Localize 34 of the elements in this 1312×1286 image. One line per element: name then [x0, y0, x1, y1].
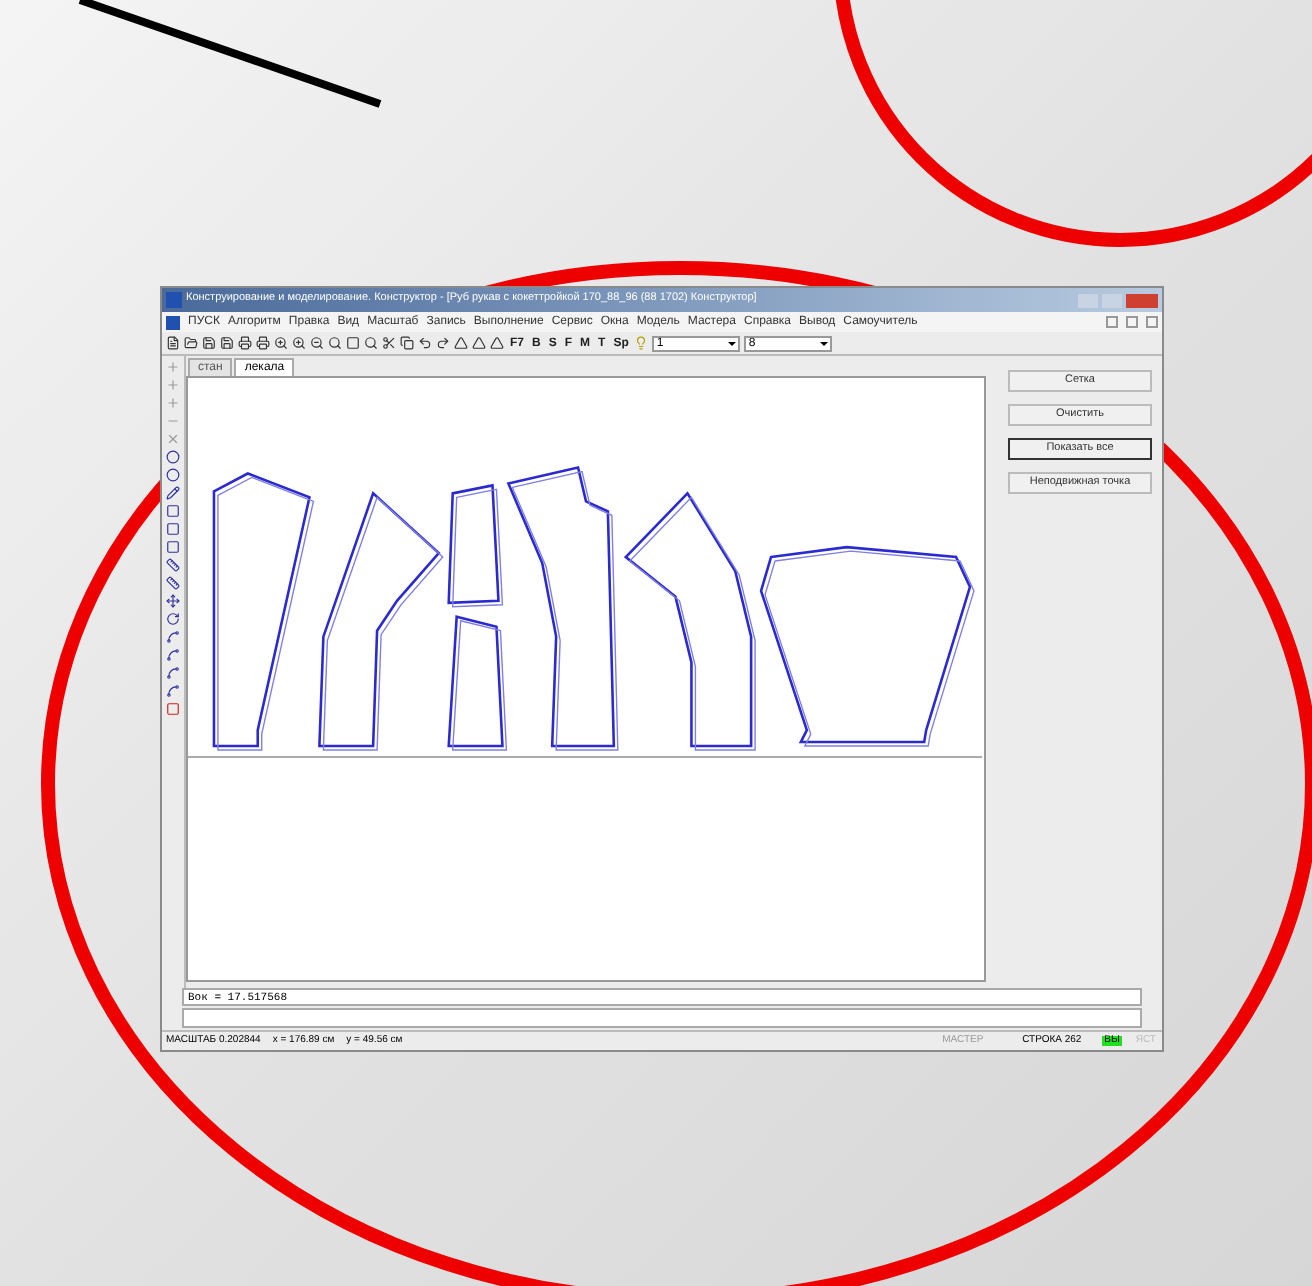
undo-icon[interactable]	[418, 336, 432, 350]
square-icon[interactable]	[166, 522, 180, 536]
curve-icon[interactable]	[166, 684, 180, 698]
zoom-in-icon[interactable]	[274, 336, 288, 350]
redo-icon[interactable]	[436, 336, 450, 350]
copy-icon[interactable]	[400, 336, 414, 350]
square-icon[interactable]	[346, 336, 360, 350]
ruler-icon[interactable]	[166, 576, 180, 590]
curve-icon[interactable]	[166, 648, 180, 662]
caret-icon	[820, 341, 829, 345]
move-icon[interactable]	[166, 594, 180, 608]
rotate-icon[interactable]	[166, 612, 180, 626]
zoom-in-icon[interactable]	[292, 336, 306, 350]
print-icon[interactable]	[238, 336, 252, 350]
curve-icon[interactable]	[166, 630, 180, 644]
square-icon[interactable]	[166, 702, 180, 716]
save-icon[interactable]	[220, 336, 234, 350]
square-icon[interactable]	[166, 540, 180, 554]
caret-icon	[728, 341, 737, 345]
search-icon[interactable]	[328, 336, 342, 350]
new-file-icon[interactable]	[166, 336, 180, 350]
input-field[interactable]	[182, 1008, 1142, 1028]
scissors-icon[interactable]	[382, 336, 396, 350]
save-icon[interactable]	[202, 336, 216, 350]
print-icon[interactable]	[256, 336, 270, 350]
search-icon[interactable]	[364, 336, 378, 350]
pencil-icon[interactable]	[166, 486, 180, 500]
ruler-icon[interactable]	[166, 558, 180, 572]
circle-icon[interactable]	[166, 468, 180, 482]
circle-icon[interactable]	[166, 450, 180, 464]
folder-icon[interactable]	[184, 336, 198, 350]
zoom-out-icon[interactable]	[310, 336, 324, 350]
curve-icon[interactable]	[166, 666, 180, 680]
square-icon[interactable]	[166, 504, 180, 518]
